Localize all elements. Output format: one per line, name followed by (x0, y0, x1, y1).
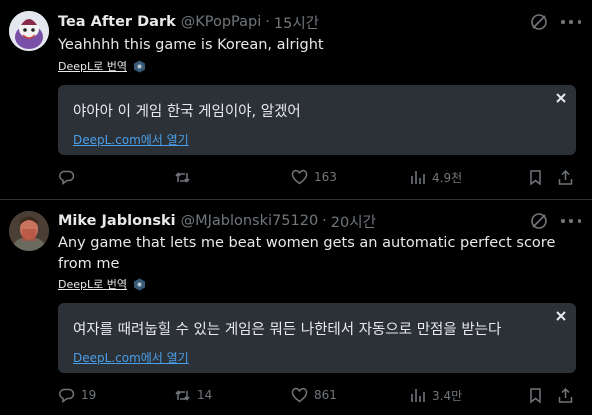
avatar[interactable] (9, 11, 49, 51)
share-icon (558, 387, 573, 403)
views-icon (411, 388, 425, 402)
bookmark-icon (530, 387, 541, 404)
deepl-translate-link[interactable]: DeepL로 번역 (58, 58, 127, 74)
separator: · (265, 14, 270, 30)
translation-box: 야아아 이 게임 한국 게임이야, 알겠어 DeepL.com에서 열기 (58, 85, 576, 155)
timestamp[interactable]: 15시간 (274, 12, 319, 33)
close-icon[interactable] (555, 310, 567, 322)
grok-icon[interactable] (530, 13, 548, 31)
retweet-button[interactable] (174, 166, 197, 188)
tweet[interactable]: Tea After Dark @KPopPapi · 15시간 Yeahhhh … (0, 0, 592, 199)
bookmark-button[interactable] (527, 384, 544, 406)
bookmark-icon (530, 169, 541, 186)
tweet-header: Mike Jablonski @MJablonski75120 · 20시간 (58, 211, 376, 231)
like-icon (291, 169, 308, 184)
tweet[interactable]: Mike Jablonski @MJablonski75120 · 20시간 A… (0, 199, 592, 415)
timestamp[interactable]: 20시간 (331, 211, 376, 232)
share-button[interactable] (557, 384, 574, 406)
translation-text: 여자를 때려눕힐 수 있는 게임은 뭐든 나한테서 자동으로 만점을 받는다 (73, 322, 502, 338)
deepl-icon (133, 60, 145, 72)
retweet-count: 14 (197, 388, 213, 402)
views-count: 3.4만 (432, 388, 463, 403)
action-bar: 19 14 861 3.4만 (58, 384, 586, 406)
action-bar: 163 4.9천 (58, 166, 586, 188)
display-name[interactable]: Tea After Dark (58, 14, 176, 30)
bookmark-button[interactable] (527, 166, 544, 188)
translation-box: 여자를 때려눕힐 수 있는 게임은 뭐든 나한테서 자동으로 만점을 받는다 D… (58, 303, 576, 373)
reply-button[interactable]: 19 (58, 384, 96, 406)
like-icon (291, 387, 308, 402)
reply-icon (59, 388, 75, 403)
close-icon[interactable] (555, 92, 567, 104)
more-icon[interactable] (561, 13, 581, 31)
tweet-header: Tea After Dark @KPopPapi · 15시간 (58, 12, 319, 32)
more-icon[interactable] (561, 212, 581, 230)
retweet-icon (175, 171, 190, 183)
timeline-feed: Tea After Dark @KPopPapi · 15시간 Yeahhhh … (0, 0, 592, 415)
views-count: 4.9천 (432, 170, 463, 185)
display-name[interactable]: Mike Jablonski (58, 213, 176, 229)
views-button[interactable]: 4.9천 (409, 166, 462, 188)
retweet-button[interactable]: 14 (174, 384, 212, 406)
open-deepl-link[interactable]: DeepL.com에서 열기 (73, 131, 189, 148)
separator: · (322, 213, 327, 229)
user-handle[interactable]: @MJablonski75120 (181, 213, 319, 229)
avatar[interactable] (9, 211, 49, 251)
deepl-translate-row: DeepL로 번역 (58, 58, 146, 74)
like-count: 861 (314, 388, 337, 402)
share-icon (558, 169, 573, 185)
deepl-translate-row: DeepL로 번역 (58, 276, 146, 292)
views-icon (411, 170, 425, 184)
like-count: 163 (314, 170, 337, 184)
reply-icon (59, 170, 75, 185)
reply-button[interactable] (58, 166, 81, 188)
grok-icon[interactable] (530, 212, 548, 230)
deepl-translate-link[interactable]: DeepL로 번역 (58, 276, 127, 292)
reply-count: 19 (81, 388, 97, 402)
tweet-text: Any game that lets me beat women gets an… (58, 235, 556, 272)
like-button[interactable]: 861 (291, 384, 337, 406)
views-button[interactable]: 3.4만 (409, 384, 462, 406)
like-button[interactable]: 163 (291, 166, 337, 188)
translation-text: 야아아 이 게임 한국 게임이야, 알겠어 (73, 104, 301, 120)
share-button[interactable] (557, 166, 574, 188)
tweet-text: Yeahhhh this game is Korean, alright (58, 37, 324, 53)
deepl-icon (133, 278, 145, 290)
user-handle[interactable]: @KPopPapi (181, 14, 262, 30)
open-deepl-link[interactable]: DeepL.com에서 열기 (73, 349, 189, 366)
retweet-icon (175, 389, 190, 401)
